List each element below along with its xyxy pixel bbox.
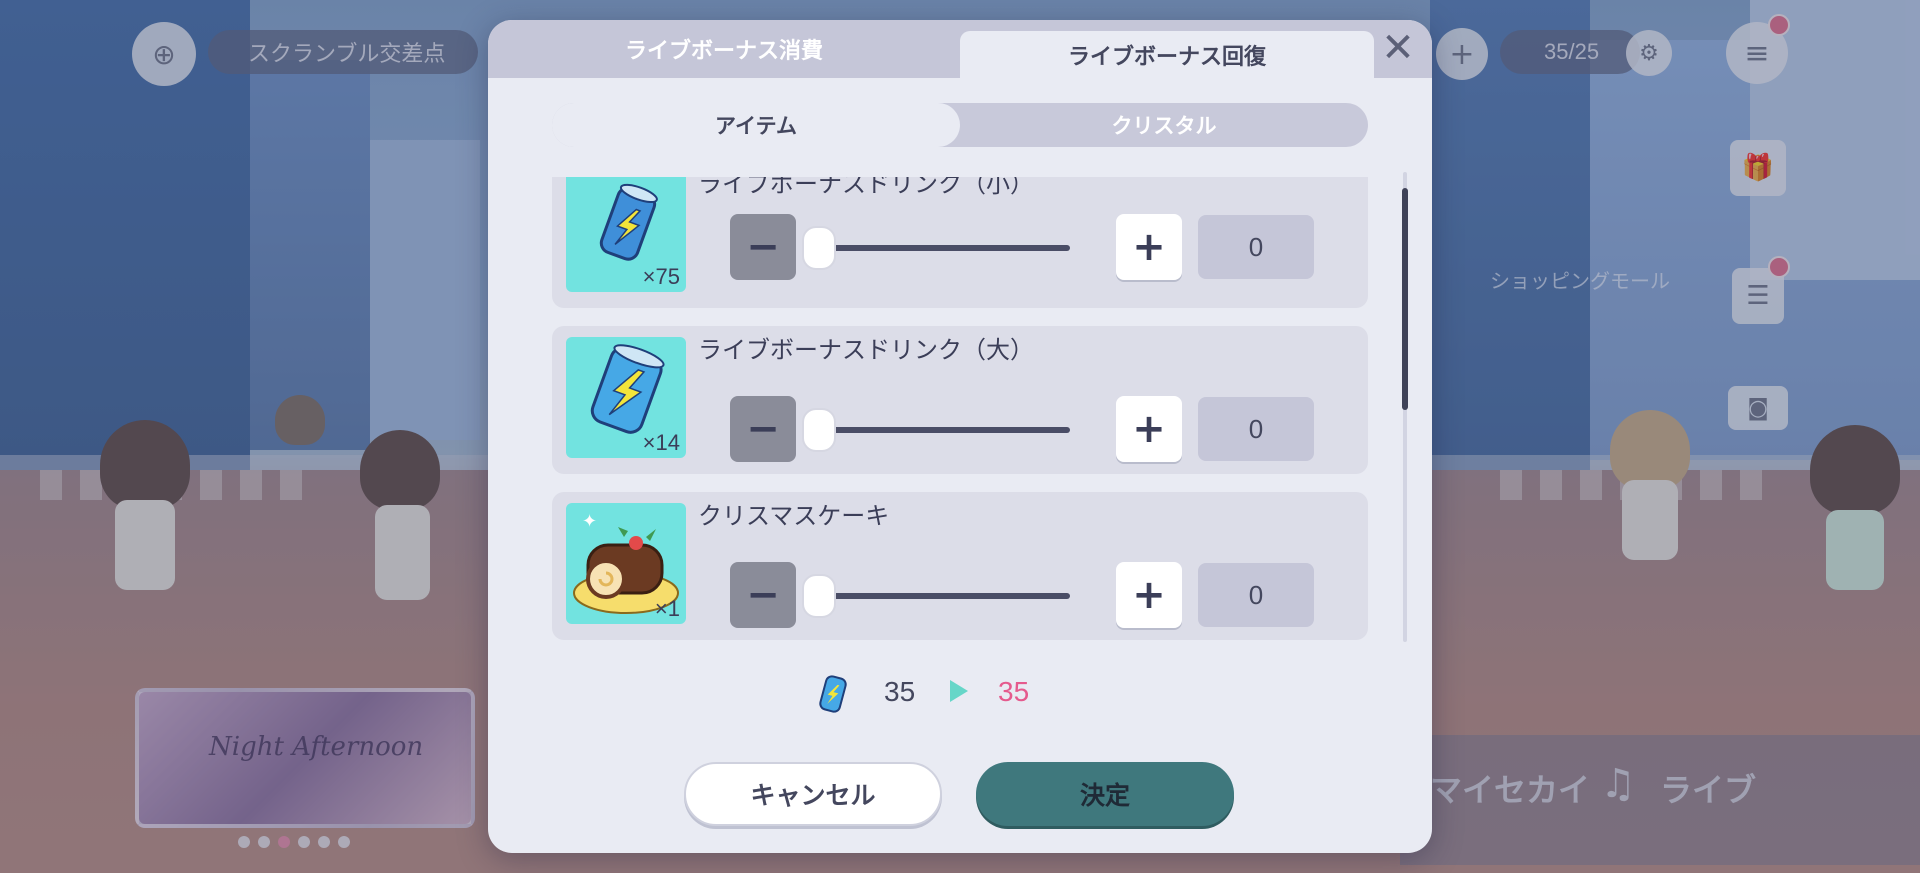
- item-quantity: ×1: [654, 596, 680, 621]
- svg-text:✦: ✦: [582, 511, 597, 532]
- segment-items[interactable]: アイテム: [552, 103, 960, 147]
- live-bonus-before: 35: [884, 676, 916, 707]
- live-bonus-after: 35: [998, 676, 1030, 707]
- quantity-slider-track[interactable]: [818, 427, 1070, 433]
- quantity-value: 0: [1198, 397, 1314, 461]
- live-bonus-summary: 35 35: [488, 670, 1432, 716]
- decrease-button[interactable]: −: [730, 214, 796, 280]
- cancel-button[interactable]: キャンセル: [684, 762, 942, 826]
- list-item: ×75 ライブボーナスドリンク（小） − + 0: [552, 177, 1368, 308]
- quantity-value: 0: [1198, 215, 1314, 279]
- segment-crystal[interactable]: クリスタル: [960, 103, 1368, 147]
- christmas-cake-icon: ✦ ×1: [566, 503, 686, 624]
- large-drink-can-icon: ×14: [566, 337, 686, 458]
- close-icon[interactable]: ✕: [1374, 24, 1422, 72]
- decrease-button[interactable]: −: [730, 562, 796, 628]
- tab-bar: ライブボーナス消費 ライブボーナス回復 ✕: [488, 20, 1432, 78]
- arrow-right-icon: [950, 680, 968, 702]
- item-quantity: ×14: [642, 430, 680, 455]
- small-drink-can-icon: ×75: [566, 177, 686, 292]
- live-bonus-can-icon: [818, 674, 848, 718]
- item-name: ライブボーナスドリンク（大）: [698, 336, 1034, 364]
- increase-button[interactable]: +: [1116, 214, 1182, 280]
- quantity-value: 0: [1198, 563, 1314, 627]
- item-quantity: ×75: [642, 264, 680, 289]
- quantity-slider-thumb[interactable]: [802, 226, 836, 270]
- quantity-slider-track[interactable]: [818, 593, 1070, 599]
- list-item: ×14 ライブボーナスドリンク（大） − + 0: [552, 326, 1368, 474]
- increase-button[interactable]: +: [1116, 562, 1182, 628]
- tab-live-bonus-recover[interactable]: ライブボーナス回復: [960, 31, 1374, 78]
- confirm-button[interactable]: 決定: [976, 762, 1234, 826]
- live-bonus-dialog: ライブボーナス消費 ライブボーナス回復 ✕ アイテム クリスタル ×75 ライブ…: [488, 20, 1432, 853]
- increase-button[interactable]: +: [1116, 396, 1182, 462]
- recovery-type-toggle: アイテム クリスタル: [552, 103, 1368, 147]
- scrollbar-thumb[interactable]: [1402, 188, 1408, 410]
- list-item: ✦ ×1 クリスマスケーキ − + 0: [552, 492, 1368, 640]
- quantity-slider-thumb[interactable]: [802, 408, 836, 452]
- item-name: クリスマスケーキ: [698, 502, 890, 530]
- quantity-slider-thumb[interactable]: [802, 574, 836, 618]
- tab-live-bonus-consume[interactable]: ライブボーナス消費: [488, 20, 960, 78]
- item-list[interactable]: ×75 ライブボーナスドリンク（小） − + 0 ×14 ライブボーナスドリンク…: [552, 177, 1368, 662]
- decrease-button[interactable]: −: [730, 396, 796, 462]
- item-name: ライブボーナスドリンク（小）: [698, 177, 1034, 198]
- quantity-slider-track[interactable]: [818, 245, 1070, 251]
